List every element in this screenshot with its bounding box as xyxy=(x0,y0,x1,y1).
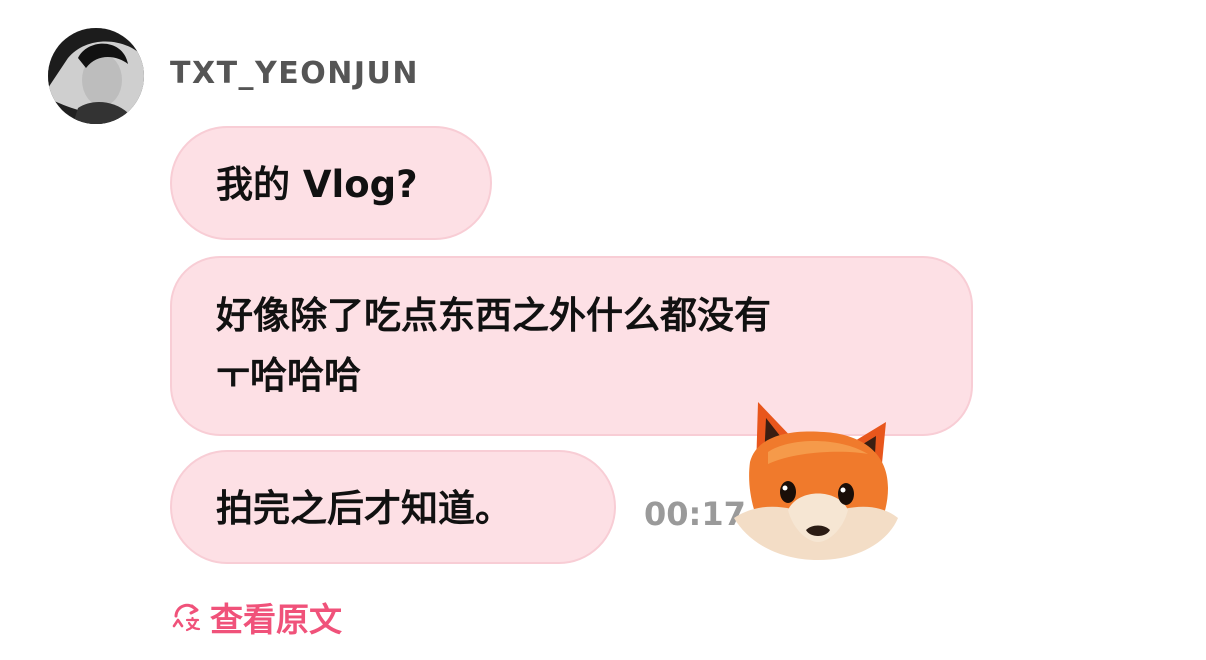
translate-icon xyxy=(172,603,201,632)
message-text: 好像除了吃点东西之外什么都没有 ㅜ哈哈哈 xyxy=(216,294,771,397)
avatar-photo xyxy=(48,28,144,124)
message-bubble[interactable]: 我的 Vlog? xyxy=(170,126,492,240)
sender-name: TXT_YEONJUN xyxy=(170,56,420,91)
view-original-link[interactable]: 查看原文 xyxy=(170,593,342,641)
message-bubble[interactable]: 拍完之后才知道。 xyxy=(170,450,616,564)
avatar[interactable] xyxy=(48,28,144,124)
message-text: 拍完之后才知道。 xyxy=(216,487,512,530)
view-original-label: 查看原文 xyxy=(210,600,342,639)
message-text: 我的 Vlog? xyxy=(216,163,418,206)
fox-emoji-icon xyxy=(734,402,898,560)
